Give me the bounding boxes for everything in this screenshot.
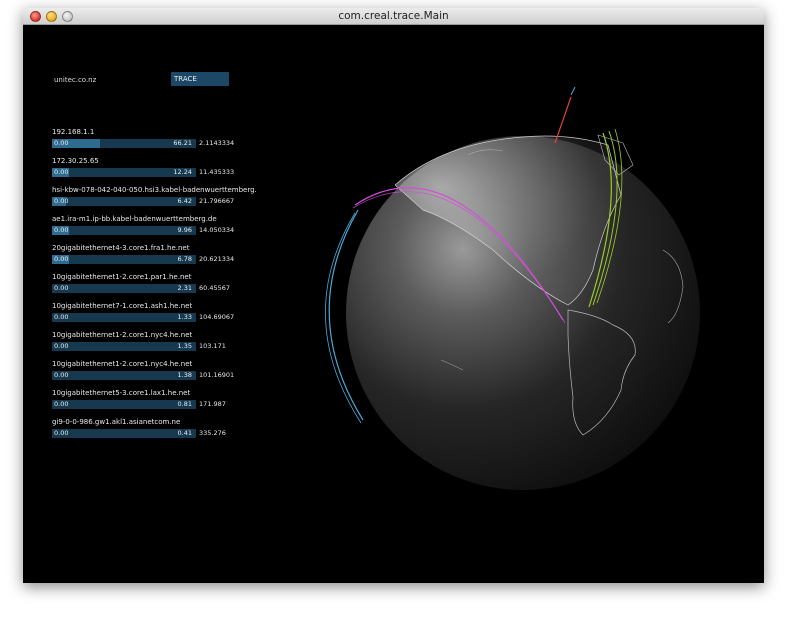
hop-max-value: 6.42 xyxy=(177,197,192,205)
hop-row: 20gigabitethernet4-3.core1.fra1.he.net 0.… xyxy=(52,244,292,273)
hop-time-value: 11.435333 xyxy=(199,168,235,176)
hop-max-value: 1.38 xyxy=(177,371,192,379)
hop-row: ae1.ira-m1.ip-bb.kabel-badenwuerttemberg… xyxy=(52,215,292,244)
hop-host: 10gigabitethernet5-3.core1.lax1.he.net xyxy=(52,389,191,397)
app-content: TRACE 192.168.1.1 0.00 66.21 2.1143334 172.3… xyxy=(23,25,764,583)
hop-min-value: 0.00 xyxy=(54,284,69,292)
hop-min-value: 0.00 xyxy=(54,139,69,147)
hop-max-value: 1.35 xyxy=(177,342,192,350)
hop-row: 10gigabitethernet1-2.core1.par1.he.net 0.… xyxy=(52,273,292,302)
hop-max-value: 12.24 xyxy=(173,168,192,176)
hop-row: gi9-0-0-986.gw1.akl1.asianetcom.ne 0.00 0.… xyxy=(52,418,292,447)
hop-row: 192.168.1.1 0.00 66.21 2.1143334 xyxy=(52,128,292,157)
hop-max-value: 1.33 xyxy=(177,313,192,321)
hop-min-value: 0.00 xyxy=(54,313,69,321)
hop-host: 172.30.25.65 xyxy=(52,157,99,165)
hop-time-value: 14.050334 xyxy=(199,226,235,234)
hop-host: hsi-kbw-078-042-040-050.hsi3.kabel-baden… xyxy=(52,186,257,194)
hop-max-value: 2.31 xyxy=(177,284,192,292)
hop-max-value: 0.81 xyxy=(177,400,192,408)
hop-min-value: 0.00 xyxy=(54,342,69,350)
hop-time-value: 60.45567 xyxy=(199,284,231,292)
hop-row: 10gigabitethernet7-1.core1.ash1.he.net 0.… xyxy=(52,302,292,331)
hop-host: 10gigabitethernet1-2.core1.nyc4.he.net xyxy=(52,331,193,339)
hop-max-value: 66.21 xyxy=(173,139,192,147)
hop-min-value: 0.00 xyxy=(54,255,69,263)
hop-max-value: 6.78 xyxy=(177,255,192,263)
title-bar[interactable]: com.creal.trace.Main xyxy=(23,8,764,25)
hop-min-value: 0.00 xyxy=(54,429,69,437)
hop-host: 10gigabitethernet7-1.core1.ash1.he.net xyxy=(52,302,193,310)
hop-host: gi9-0-0-986.gw1.akl1.asianetcom.ne xyxy=(52,418,181,426)
hop-min-value: 0.00 xyxy=(54,197,69,205)
hop-time-value: 21.796667 xyxy=(199,197,235,205)
hop-host: 20gigabitethernet4-3.core1.fra1.he.net xyxy=(52,244,190,252)
trace-button[interactable]: TRACE xyxy=(171,72,229,86)
window-title: com.creal.trace.Main xyxy=(338,10,449,22)
hop-time-value: 20.621334 xyxy=(199,255,235,263)
hop-host: ae1.ira-m1.ip-bb.kabel-badenwuerttemberg… xyxy=(52,215,217,223)
hop-time-value: 103.171 xyxy=(199,342,226,350)
hop-max-value: 9.96 xyxy=(177,226,192,234)
hop-host: 192.168.1.1 xyxy=(52,128,95,136)
host-input[interactable] xyxy=(52,73,170,86)
hop-host: 10gigabitethernet1-2.core1.par1.he.net xyxy=(52,273,192,281)
hop-min-value: 0.00 xyxy=(54,400,69,408)
hop-row: hsi-kbw-078-042-040-050.hsi3.kabel-baden… xyxy=(52,186,292,215)
route-segment-red xyxy=(554,86,576,144)
hop-host: 10gigabitethernet1-2.core1.nyc4.he.net xyxy=(52,360,193,368)
hop-time-value: 104.69067 xyxy=(199,313,235,321)
hop-row: 10gigabitethernet5-3.core1.lax1.he.net 0.… xyxy=(52,389,292,418)
hop-min-value: 0.00 xyxy=(54,371,69,379)
hop-min-value: 0.00 xyxy=(54,226,69,234)
hop-time-value: 171.987 xyxy=(199,400,226,408)
hop-time-value: 335.276 xyxy=(199,429,226,437)
hop-list: 192.168.1.1 0.00 66.21 2.1143334 172.30.25.6… xyxy=(52,128,292,447)
hop-min-value: 0.00 xyxy=(54,168,69,176)
app-window: com.creal.trace.Main unitec.co.nz TRACE … xyxy=(23,8,764,583)
hop-time-value: 2.1143334 xyxy=(199,139,235,147)
hop-row: 172.30.25.65 0.00 12.24 11.435333 xyxy=(52,157,292,186)
hop-time-value: 101.16901 xyxy=(199,371,235,379)
hop-row: 10gigabitethernet1-2.core1.nyc4.he.net 0.… xyxy=(52,360,292,389)
hop-max-value: 0.41 xyxy=(177,429,192,437)
hop-row: 10gigabitethernet1-2.core1.nyc4.he.net 0.… xyxy=(52,331,292,360)
